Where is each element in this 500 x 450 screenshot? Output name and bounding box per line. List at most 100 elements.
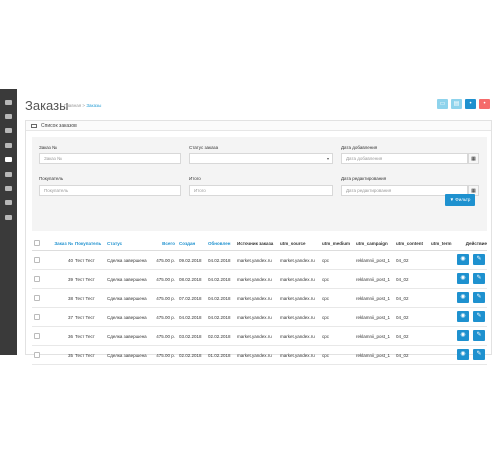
- cell-id: 35: [67, 353, 73, 358]
- edit-button[interactable]: ✎: [473, 273, 485, 284]
- order-id-input[interactable]: Заказ №: [39, 153, 181, 164]
- calendar-icon[interactable]: ▦: [468, 153, 479, 164]
- chart-icon[interactable]: [4, 213, 13, 222]
- cell-status: Сделка завершена: [107, 353, 147, 358]
- cell-utm-source: market.yandex.ru: [280, 315, 315, 320]
- monitor-icon[interactable]: [4, 141, 13, 150]
- cell-status: Сделка завершена: [107, 334, 147, 339]
- breadcrumb-separator: >: [82, 103, 86, 108]
- cell-source: market.yandex.ru: [237, 353, 272, 358]
- cell-source: market.yandex.ru: [237, 334, 272, 339]
- date-added-label: Дата добавления: [341, 145, 378, 150]
- cell-utm-content: 04_02: [396, 334, 409, 339]
- cell-utm-medium: cpc: [322, 353, 330, 358]
- eye-icon: ◉: [460, 275, 466, 281]
- edit-button[interactable]: ✎: [473, 349, 485, 360]
- cell-status: Сделка завершена: [107, 315, 147, 320]
- order-id-label: Заказ №: [39, 145, 57, 150]
- cell-created: 09.02.2018: [179, 258, 202, 263]
- cell-created: 03.02.2018: [179, 334, 202, 339]
- date-added-input[interactable]: Дата добавления: [341, 153, 468, 164]
- pencil-icon: ✎: [476, 294, 482, 300]
- cell-utm-campaign: reklamnii_post_1: [356, 353, 391, 358]
- view-button[interactable]: ◉: [457, 273, 469, 284]
- delete-button[interactable]: •: [479, 99, 490, 109]
- row-checkbox[interactable]: [34, 352, 40, 358]
- row-checkbox[interactable]: [34, 257, 40, 263]
- filter-form: Заказ № Заказ № Статус заказа ▾ Дата доб…: [32, 137, 487, 231]
- cell-created: 02.02.2018: [179, 353, 202, 358]
- status-select[interactable]: ▾: [189, 153, 333, 164]
- cell-id: 39: [67, 277, 73, 282]
- customer-input[interactable]: Покупатель: [39, 185, 181, 196]
- tags-icon[interactable]: [4, 112, 13, 121]
- breadcrumb-current[interactable]: Заказы: [86, 103, 101, 108]
- edit-button[interactable]: ✎: [473, 254, 485, 265]
- col-status[interactable]: Статус: [107, 241, 147, 246]
- edit-button[interactable]: ✎: [473, 292, 485, 303]
- select-all-checkbox[interactable]: [34, 240, 40, 246]
- cell-customer: Тест Тест: [75, 334, 95, 339]
- cell-status: Сделка завершена: [107, 277, 147, 282]
- col-total[interactable]: Всего: [150, 241, 175, 246]
- gear-icon[interactable]: [4, 198, 13, 207]
- print-button[interactable]: ▤: [451, 99, 462, 109]
- cell-status: Сделка завершена: [107, 258, 147, 263]
- cell-utm-campaign: reklamnii_post_1: [356, 258, 391, 263]
- col-created[interactable]: Создан: [179, 241, 205, 246]
- col-utm-medium: utm_medium: [322, 241, 351, 246]
- cell-total: 475.00 р.: [156, 315, 175, 320]
- add-icon: •: [469, 101, 472, 107]
- pencil-icon: ✎: [476, 351, 482, 357]
- dashboard-icon[interactable]: [4, 98, 13, 107]
- cell-utm-medium: cpc: [322, 315, 330, 320]
- pencil-icon: ✎: [476, 332, 482, 338]
- view-button[interactable]: ◉: [457, 349, 469, 360]
- row-checkbox[interactable]: [34, 276, 40, 282]
- cell-utm-campaign: reklamnii_post_1: [356, 334, 391, 339]
- view-button[interactable]: ◉: [457, 311, 469, 322]
- row-checkbox[interactable]: [34, 295, 40, 301]
- cell-updated: 04.02.2018: [208, 315, 231, 320]
- share-icon[interactable]: [4, 184, 13, 193]
- col-order-id[interactable]: Заказ №: [46, 241, 73, 246]
- cart-icon[interactable]: [4, 155, 13, 164]
- row-checkbox[interactable]: [34, 333, 40, 339]
- cell-total: 475.00 р.: [156, 334, 175, 339]
- users-icon[interactable]: [4, 170, 13, 179]
- cell-utm-medium: cpc: [322, 258, 330, 263]
- chevron-down-icon: ▾: [326, 156, 329, 161]
- breadcrumb: Главная > Заказы: [64, 103, 101, 108]
- row-checkbox[interactable]: [34, 314, 40, 320]
- view-button[interactable]: ◉: [457, 254, 469, 265]
- col-updated[interactable]: Обновлен: [208, 241, 234, 246]
- col-customer[interactable]: Покупатель: [75, 241, 105, 246]
- breadcrumb-home[interactable]: Главная: [64, 103, 81, 108]
- pencil-icon: ✎: [476, 313, 482, 319]
- view-button[interactable]: ◉: [457, 292, 469, 303]
- cell-source: market.yandex.ru: [237, 315, 272, 320]
- col-actions: Действие: [465, 241, 487, 246]
- orders-panel: Список заказов Заказ № Заказ № Статус за…: [25, 120, 492, 365]
- cell-updated: 02.02.2018: [208, 334, 231, 339]
- cell-utm-medium: cpc: [322, 296, 330, 301]
- page-title: Заказы: [25, 98, 69, 113]
- pencil-icon: ✎: [476, 275, 482, 281]
- table-row: 37 Тест Тест Сделка завершена 475.00 р. 04.0…: [32, 308, 487, 327]
- cell-utm-content: 04_02: [396, 296, 409, 301]
- main-content: Заказы Главная > Заказы ▭ ▤ • • Список з…: [17, 89, 500, 365]
- total-input[interactable]: Итого: [189, 185, 333, 196]
- puzzle-icon[interactable]: [4, 126, 13, 135]
- view-button[interactable]: ◉: [457, 330, 469, 341]
- edit-button[interactable]: ✎: [473, 330, 485, 341]
- eye-icon: ◉: [460, 256, 466, 262]
- filter-button[interactable]: ▼ Фильтр: [445, 194, 475, 206]
- cell-id: 37: [67, 315, 73, 320]
- eye-icon: ◉: [460, 351, 466, 357]
- add-button[interactable]: •: [465, 99, 476, 109]
- edit-button[interactable]: ✎: [473, 311, 485, 322]
- col-utm-content: utm_content: [396, 241, 423, 246]
- funnel-icon: ▼: [449, 197, 455, 202]
- date-modified-label: Дата редактирования: [341, 176, 387, 181]
- ticket-button[interactable]: ▭: [437, 99, 448, 109]
